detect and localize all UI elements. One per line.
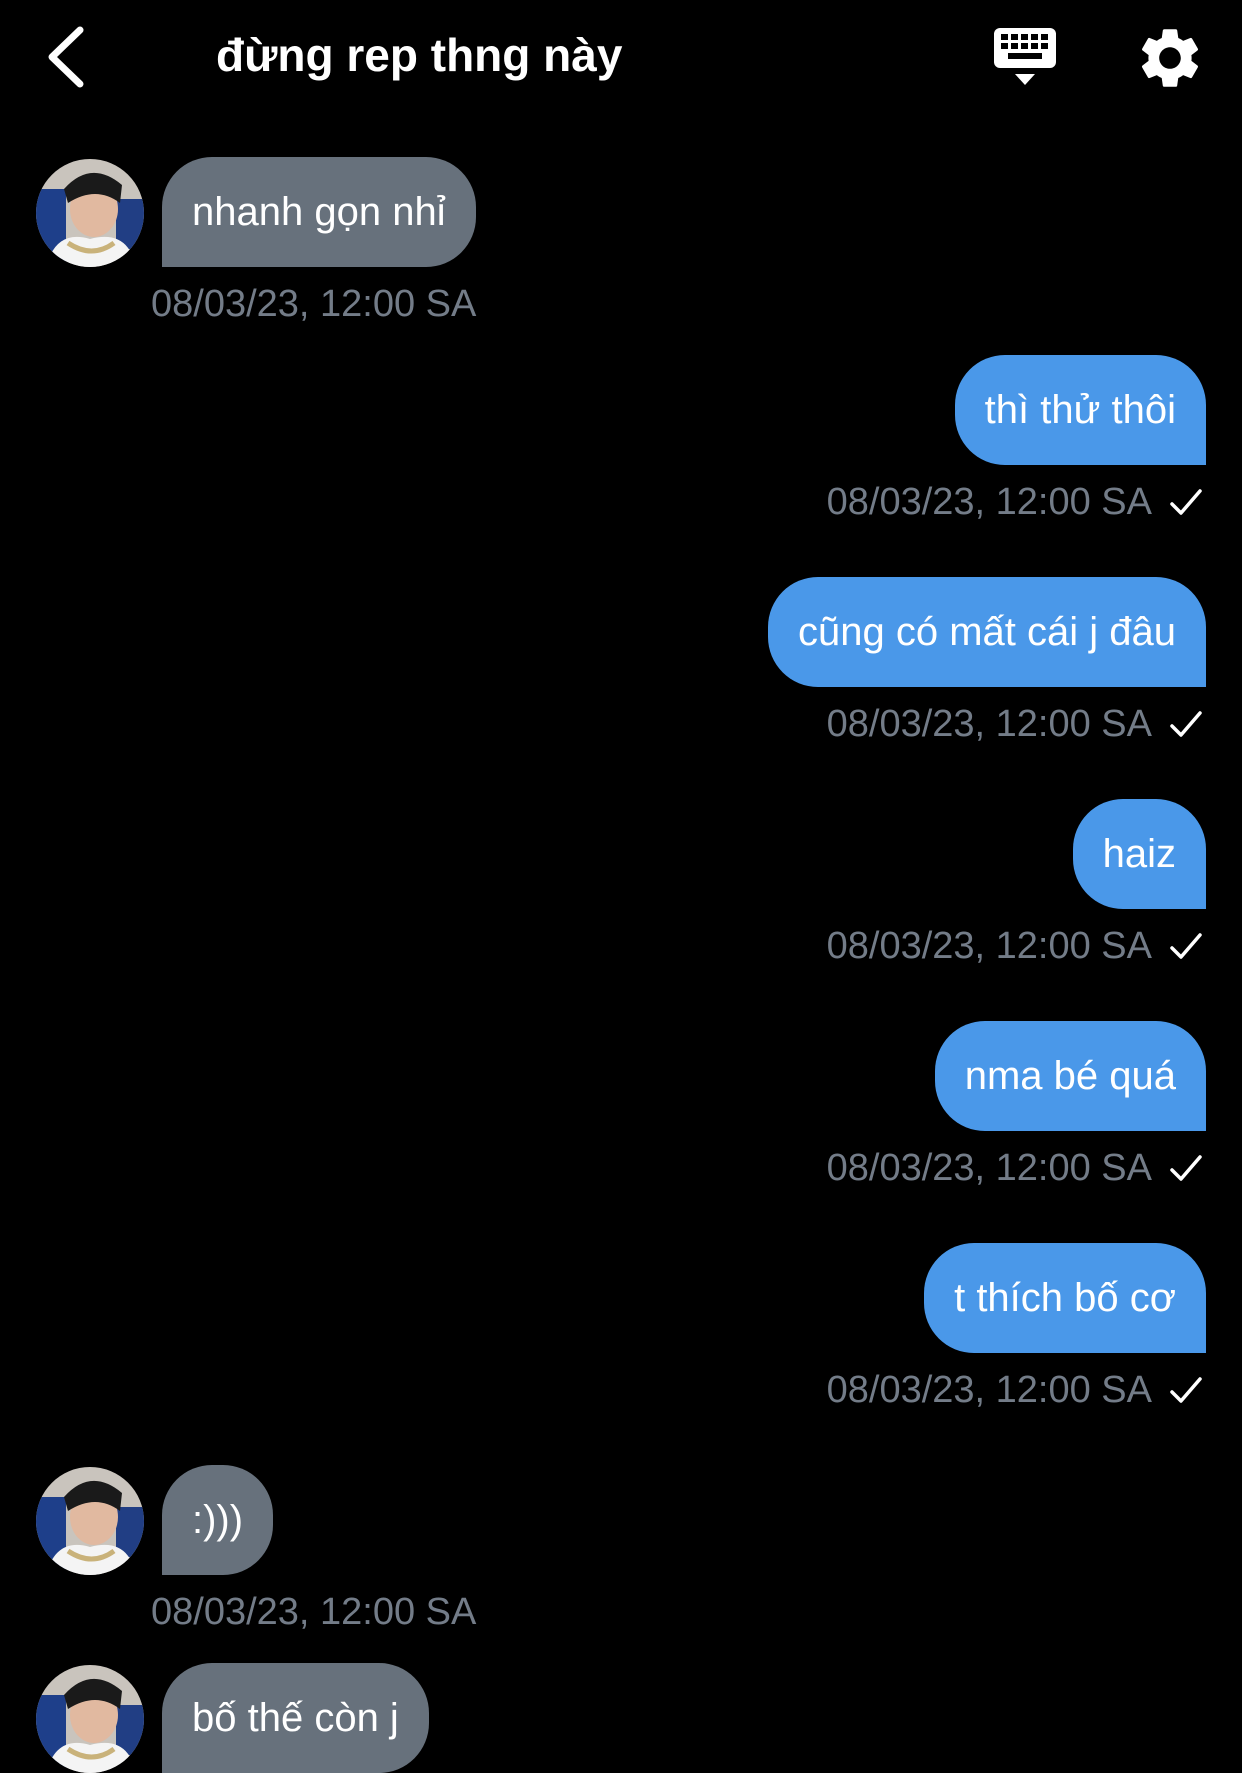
avatar[interactable]	[36, 1467, 144, 1575]
user-avatar-image	[36, 159, 144, 267]
settings-button[interactable]	[1134, 22, 1206, 94]
outgoing-message-bubble[interactable]: t thích bố cơ	[924, 1243, 1206, 1353]
avatar[interactable]	[36, 1665, 144, 1773]
read-check-icon	[1170, 711, 1202, 737]
user-avatar-image	[36, 1467, 144, 1575]
user-avatar-image	[36, 1665, 144, 1773]
incoming-message-bubble[interactable]: nhanh gọn nhỉ	[162, 157, 476, 267]
read-check-icon	[1170, 1155, 1202, 1181]
message-timestamp: 08/03/23, 12:00 SA	[151, 283, 477, 325]
incoming-message-bubble[interactable]: bố thế còn j	[162, 1663, 429, 1773]
chat-title: đừng rep thng này	[216, 29, 623, 81]
message-timestamp: 08/03/23, 12:00 SA	[826, 1147, 1152, 1189]
outgoing-message-bubble[interactable]: haiz	[1072, 799, 1206, 909]
chat-header: đừng rep thng này	[0, 0, 1242, 115]
avatar[interactable]	[36, 159, 144, 267]
chevron-left-icon	[48, 26, 84, 88]
message-timestamp: 08/03/23, 12:00 SA	[826, 1369, 1152, 1411]
incoming-message-bubble[interactable]: :)))	[162, 1465, 274, 1575]
message-timestamp: 08/03/23, 12:00 SA	[826, 925, 1152, 967]
keyboard-button[interactable]	[990, 22, 1062, 94]
outgoing-message-bubble[interactable]: nma bé quá	[934, 1021, 1206, 1131]
message-timestamp: 08/03/23, 12:00 SA	[826, 703, 1152, 745]
keyboard-icon	[994, 28, 1056, 85]
back-button[interactable]	[38, 22, 98, 92]
outgoing-message-bubble[interactable]: thì thử thôi	[954, 355, 1206, 465]
message-timestamp: 08/03/23, 12:00 SA	[826, 481, 1152, 523]
read-check-icon	[1170, 933, 1202, 959]
read-check-icon	[1170, 489, 1202, 515]
gear-icon	[1141, 29, 1199, 87]
message-timestamp: 08/03/23, 12:00 SA	[151, 1591, 477, 1633]
read-check-icon	[1170, 1377, 1202, 1403]
outgoing-message-bubble[interactable]: cũng có mất cái j đâu	[768, 577, 1206, 687]
